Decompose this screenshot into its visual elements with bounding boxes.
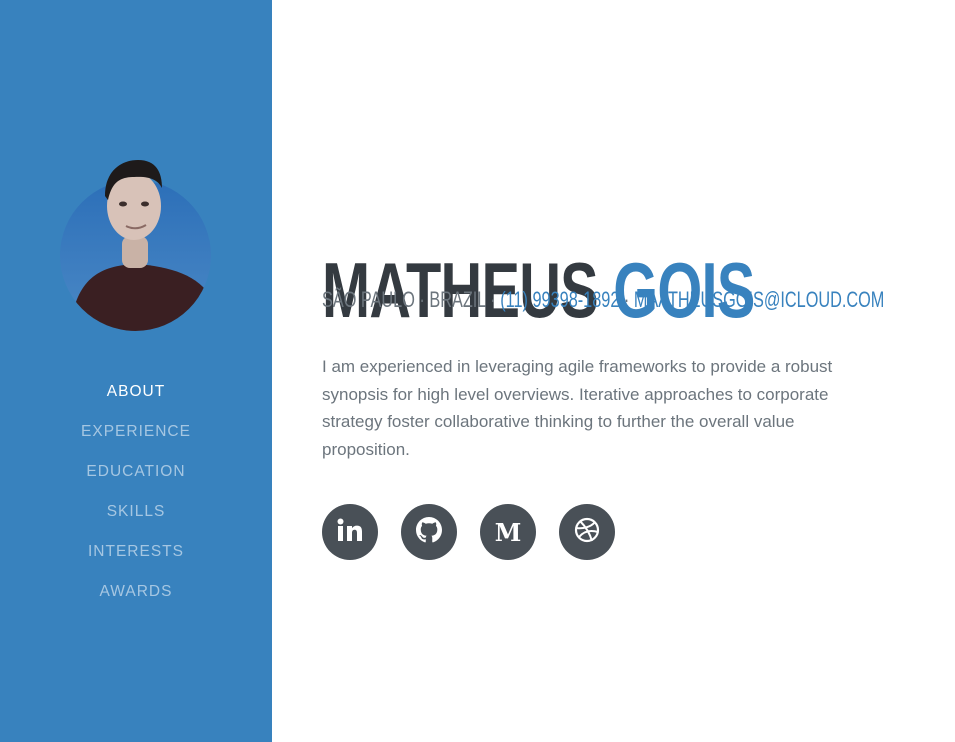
sidebar: ABOUT EXPERIENCE EDUCATION SKILLS INTERE…	[0, 0, 272, 742]
linkedin-icon	[337, 518, 363, 547]
nav-item-about[interactable]: ABOUT	[0, 372, 272, 412]
nav-item-skills[interactable]: SKILLS	[0, 492, 272, 532]
nav-item-interests[interactable]: INTERESTS	[0, 532, 272, 572]
avatar[interactable]	[60, 160, 211, 331]
contact-line: SÃO PAULO · BRAZIL · (11) 99398-1892 · M…	[322, 286, 884, 314]
dribbble-button[interactable]	[559, 504, 615, 560]
separator: ·	[485, 287, 501, 312]
medium-button[interactable]: M	[480, 504, 536, 560]
separator: ·	[619, 287, 634, 312]
github-icon	[416, 516, 442, 548]
email-link[interactable]: MAATHEUSGOIS@ICLOUD.COM	[634, 287, 885, 312]
nav-item-awards[interactable]: AWARDS	[0, 572, 272, 612]
location-text: SÃO PAULO · BRAZIL	[322, 287, 486, 312]
sidebar-nav: ABOUT EXPERIENCE EDUCATION SKILLS INTERE…	[0, 372, 272, 612]
github-button[interactable]	[401, 504, 457, 560]
bio-text: I am experienced in leveraging agile fra…	[322, 357, 833, 460]
nav-item-experience[interactable]: EXPERIENCE	[0, 412, 272, 452]
dribbble-icon	[574, 517, 600, 548]
phone-link[interactable]: (11) 99398-1892	[500, 287, 619, 312]
linkedin-button[interactable]	[322, 504, 378, 560]
social-icons: M	[322, 504, 615, 560]
medium-icon: M	[494, 517, 522, 547]
nav-item-education[interactable]: EDUCATION	[0, 452, 272, 492]
